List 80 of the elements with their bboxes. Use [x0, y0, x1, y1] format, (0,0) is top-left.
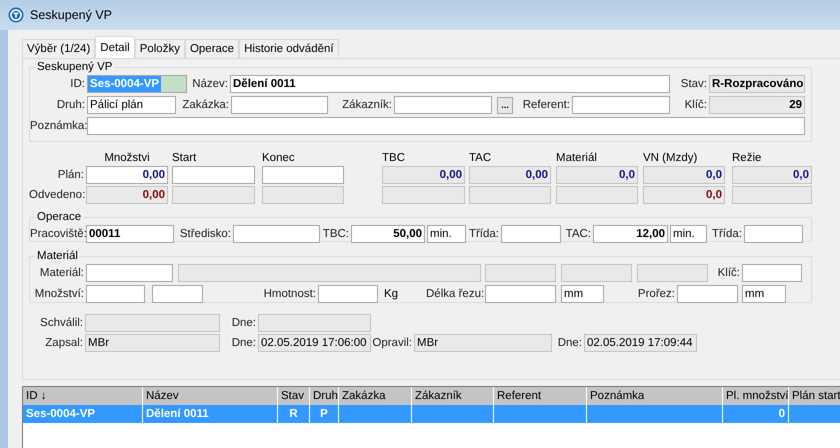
group-label: Seskupený VP: [36, 61, 114, 73]
field-label: Pracoviště:: [30, 228, 86, 240]
column-header: VN (Mzdy): [643, 152, 698, 164]
input-field[interactable]: [501, 224, 561, 242]
field-label: Název:: [191, 78, 229, 90]
field-label: Délka řezu:: [426, 288, 485, 300]
table-cell: Dělení 0011: [146, 408, 209, 420]
field-label: Středisko:: [178, 228, 232, 240]
input-field[interactable]: [86, 284, 145, 302]
group-label: Operace: [36, 211, 82, 223]
input-field[interactable]: [231, 96, 328, 114]
field-label: Dne:: [556, 337, 583, 349]
window-title: Seskupený VP: [30, 8, 112, 22]
table-cell: 0: [778, 408, 785, 420]
field-label: Klíč:: [684, 99, 708, 111]
input-field[interactable]: mm: [742, 284, 786, 302]
input-field[interactable]: [87, 117, 805, 135]
browse-button[interactable]: ...: [497, 96, 513, 114]
field-label: Klíč:: [716, 266, 741, 278]
field-label: Schválil:: [39, 317, 84, 329]
input-field[interactable]: [152, 284, 203, 302]
field-label: TAC:: [564, 228, 592, 240]
field-label: Množství:: [34, 288, 85, 300]
field-label: Referent:: [522, 99, 571, 111]
field-label: Zákazník:: [341, 99, 393, 111]
table-cell: P: [320, 408, 328, 420]
input-field[interactable]: [86, 264, 173, 282]
field-label: Materiál:: [38, 266, 85, 278]
field-label: Prořez:: [636, 288, 676, 300]
field-label: Hmotnost:: [262, 288, 317, 300]
input-field[interactable]: [742, 264, 802, 282]
input-field[interactable]: [744, 224, 803, 242]
column-header: Režie: [732, 152, 762, 164]
input-field[interactable]: Dělení 0011: [230, 75, 670, 93]
column-header: Materiál: [556, 152, 598, 164]
column-header: TBC: [382, 152, 406, 164]
input-field[interactable]: [677, 284, 738, 302]
field-label: Poznámka:: [30, 120, 87, 132]
table-cell: Ses-0004-VP: [26, 408, 96, 420]
input-field[interactable]: [262, 166, 344, 184]
input-field[interactable]: mm: [561, 284, 604, 302]
field-label: Stav:: [680, 78, 708, 90]
input-field[interactable]: [233, 224, 320, 242]
input-field[interactable]: Pálicí plán: [87, 96, 176, 114]
field-label: Zapsal:: [44, 337, 84, 349]
input-field[interactable]: [172, 166, 255, 184]
input-field[interactable]: 12,00: [593, 224, 668, 242]
field-label: Třída:: [710, 228, 743, 240]
input-field[interactable]: [485, 284, 556, 302]
field-label: Plán:: [56, 169, 85, 181]
tab[interactable]: Operace: [184, 39, 240, 58]
field-label: Třída:: [468, 228, 500, 240]
input-field[interactable]: 50,00: [351, 224, 425, 242]
tab[interactable]: Historie odvádění: [239, 39, 339, 58]
field-label: Druh:: [56, 99, 86, 111]
input-field[interactable]: 00011: [86, 224, 174, 242]
app-icon: [8, 7, 24, 23]
tab[interactable]: Výběr (1/24): [22, 39, 96, 58]
column-header: Konec: [262, 152, 296, 164]
input-field[interactable]: min.: [670, 224, 707, 242]
group-label: Materiál: [36, 250, 79, 262]
column-header: TAC: [469, 152, 492, 164]
field-label: Zakázka:: [181, 99, 230, 111]
field-label: Odvedeno:: [29, 189, 86, 201]
column-header: Start: [172, 152, 198, 164]
field-label: Dne:: [230, 337, 257, 349]
input-field[interactable]: 0,00: [86, 166, 168, 184]
input-field[interactable]: min.: [427, 224, 466, 242]
column-header: Množstvi: [103, 152, 151, 164]
input-field[interactable]: [394, 96, 492, 114]
tab[interactable]: Položky: [134, 39, 185, 58]
unit-label: Kg: [383, 288, 400, 300]
tab[interactable]: Detail: [95, 36, 135, 58]
table-cell: R: [289, 408, 298, 420]
field-label: ID:: [69, 78, 86, 90]
input-field[interactable]: [572, 96, 670, 114]
input-field[interactable]: [318, 284, 378, 302]
field-label: TBC:: [322, 228, 350, 240]
field-label: Dne:: [230, 317, 257, 329]
field-label: Opravil:: [371, 337, 413, 349]
